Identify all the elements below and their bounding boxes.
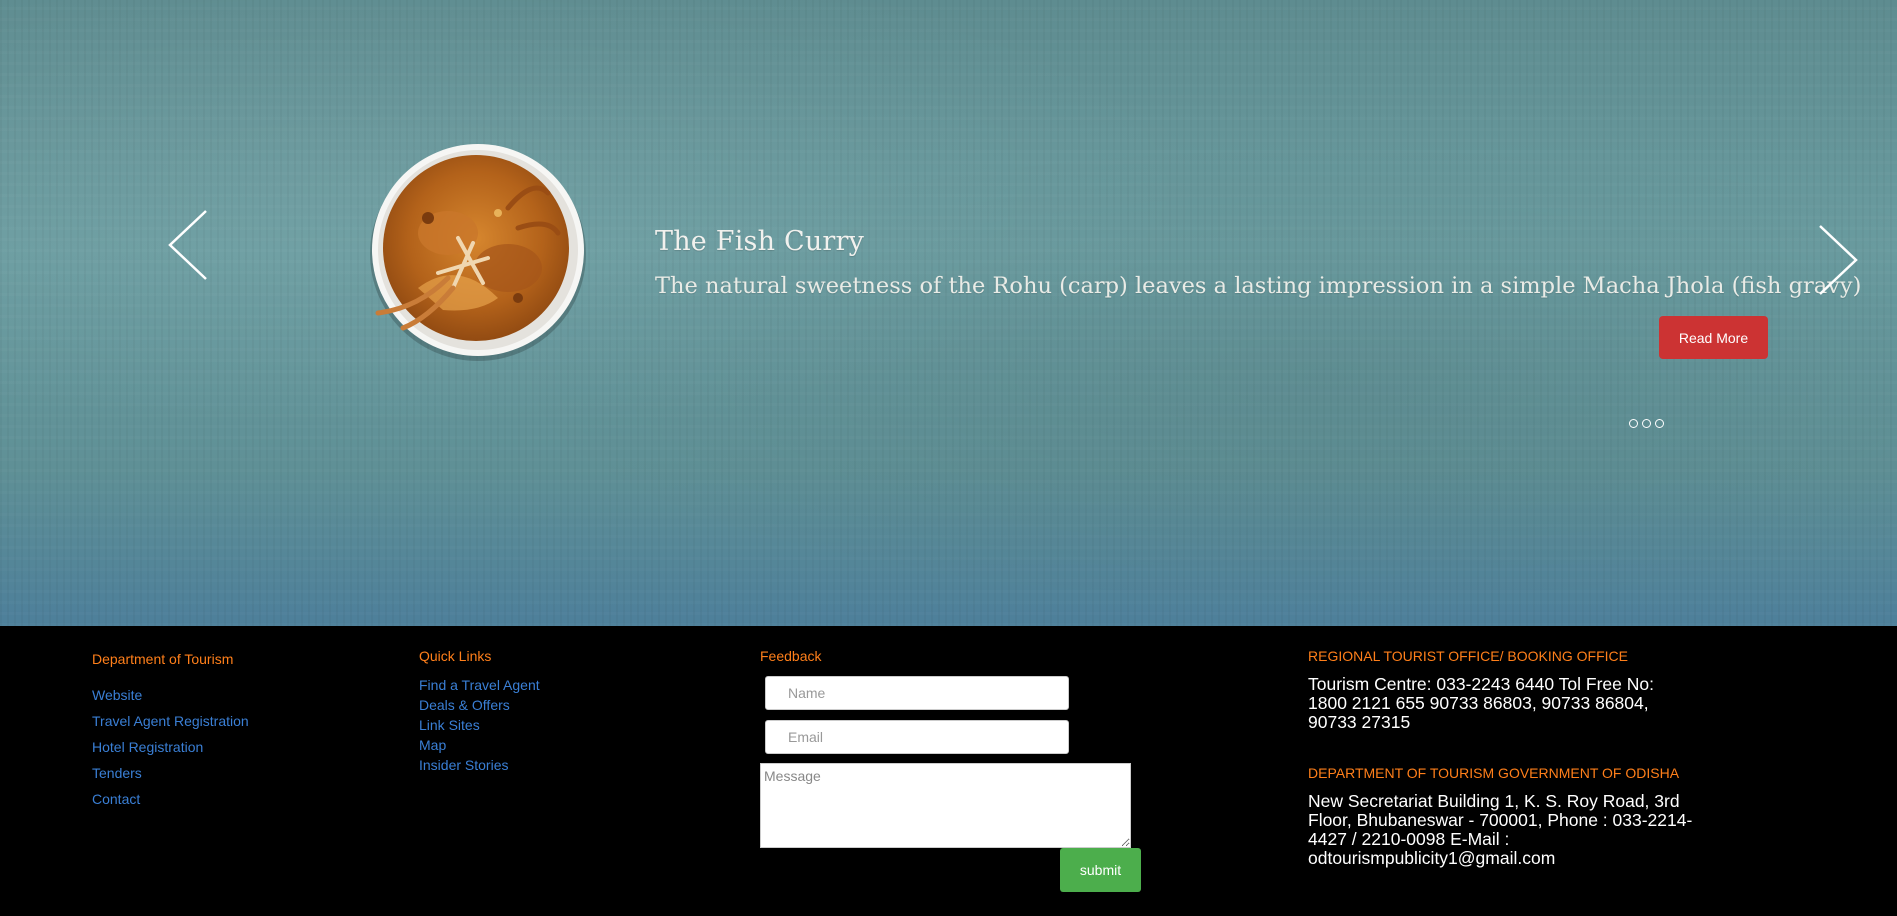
fish-curry-image <box>370 144 586 361</box>
chevron-right-icon[interactable] <box>1816 223 1860 297</box>
department-title: Department of Tourism <box>92 651 234 667</box>
feedback-title: Feedback <box>760 648 822 664</box>
slide-description: The natural sweetness of the Rohu (carp)… <box>655 273 1862 299</box>
list-item: Contact <box>92 791 249 817</box>
slide-title: The Fish Curry <box>655 226 865 257</box>
footer-link-hotel-registration[interactable]: Hotel Registration <box>92 739 203 755</box>
hero-slider: The Fish Curry The natural sweetness of … <box>0 0 1897 626</box>
footer-link-map[interactable]: Map <box>419 737 446 753</box>
slider-dot[interactable] <box>1629 419 1638 428</box>
footer-link-insider-stories[interactable]: Insider Stories <box>419 757 508 773</box>
footer-link-contact[interactable]: Contact <box>92 791 140 807</box>
list-item: Deals & Offers <box>419 697 540 717</box>
list-item: Hotel Registration <box>92 739 249 765</box>
submit-button[interactable]: submit <box>1060 848 1141 892</box>
footer-link-deals-offers[interactable]: Deals & Offers <box>419 697 510 713</box>
email-field[interactable] <box>765 720 1069 754</box>
name-field[interactable] <box>765 676 1069 710</box>
footer-link-tenders[interactable]: Tenders <box>92 765 142 781</box>
message-field[interactable] <box>760 763 1131 848</box>
chevron-left-icon[interactable] <box>166 208 210 282</box>
footer-link-website[interactable]: Website <box>92 687 142 703</box>
list-item: Find a Travel Agent <box>419 677 540 697</box>
list-item: Link Sites <box>419 717 540 737</box>
list-item: Website <box>92 687 249 713</box>
list-item: Travel Agent Registration <box>92 713 249 739</box>
government-office-text: New Secretariat Building 1, K. S. Roy Ro… <box>1308 791 1693 868</box>
regional-office-text: Tourism Centre: 033-2243 6440 Tol Free N… <box>1308 674 1654 732</box>
quick-links: Find a Travel Agent Deals & Offers Link … <box>419 677 540 777</box>
read-more-button[interactable]: Read More <box>1659 316 1768 359</box>
regional-office-title: REGIONAL TOURIST OFFICE/ BOOKING OFFICE <box>1308 648 1628 664</box>
slider-dot[interactable] <box>1642 419 1651 428</box>
list-item: Insider Stories <box>419 757 540 777</box>
slider-pagination <box>1629 419 1664 428</box>
slider-dot[interactable] <box>1655 419 1664 428</box>
footer-link-find-travel-agent[interactable]: Find a Travel Agent <box>419 677 540 693</box>
list-item: Map <box>419 737 540 757</box>
government-office-title: DEPARTMENT OF TOURISM GOVERNMENT OF ODIS… <box>1308 765 1680 781</box>
footer-link-travel-agent-registration[interactable]: Travel Agent Registration <box>92 713 249 729</box>
footer-link-link-sites[interactable]: Link Sites <box>419 717 480 733</box>
department-links: Website Travel Agent Registration Hotel … <box>92 687 249 817</box>
list-item: Tenders <box>92 765 249 791</box>
quick-links-title: Quick Links <box>419 648 492 664</box>
